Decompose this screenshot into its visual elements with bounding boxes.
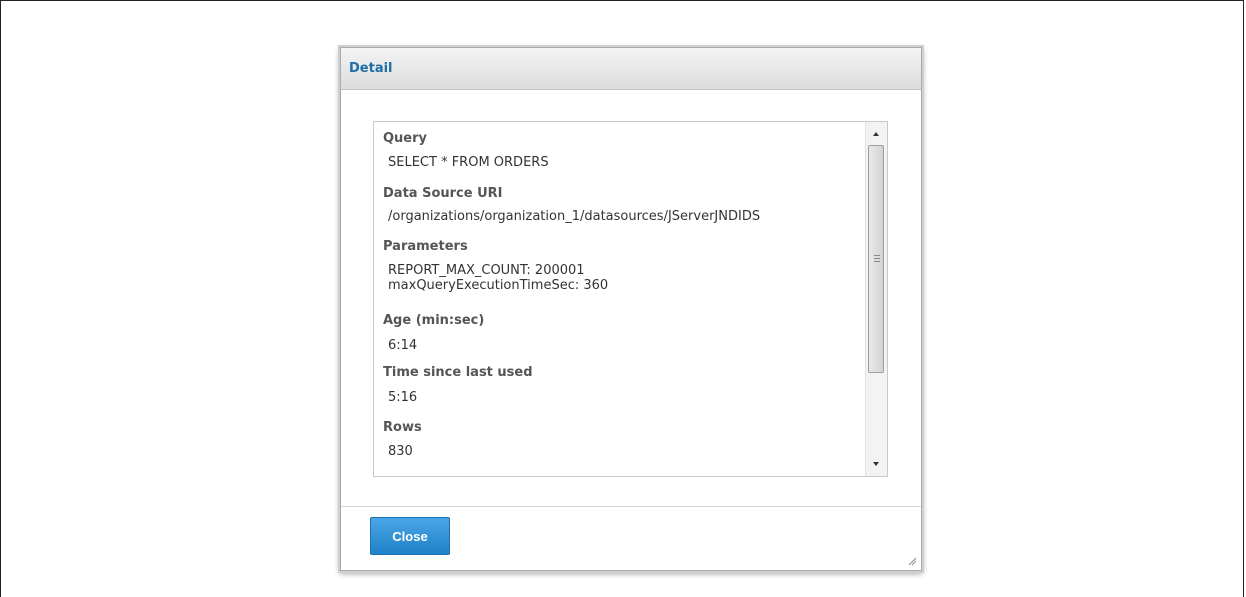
detail-content: Query SELECT * FROM ORDERS Data Source U… xyxy=(374,122,860,476)
rows-value: 830 xyxy=(388,444,413,459)
age-label: Age (min:sec) xyxy=(383,313,485,328)
rows-label: Rows xyxy=(383,420,422,435)
dialog-header[interactable]: Detail xyxy=(341,48,921,90)
detail-panel[interactable]: Query SELECT * FROM ORDERS Data Source U… xyxy=(373,121,888,477)
data-source-uri-label: Data Source URI xyxy=(383,186,503,201)
data-source-uri-value: /organizations/organization_1/datasource… xyxy=(388,209,761,224)
time-since-last-used-label: Time since last used xyxy=(383,365,533,380)
time-since-last-used-value: 5:16 xyxy=(388,390,418,405)
dialog-footer: Close xyxy=(341,506,921,570)
chevron-up-icon[interactable] xyxy=(873,132,879,136)
close-button[interactable]: Close xyxy=(370,517,450,555)
resize-grip-icon[interactable] xyxy=(907,556,917,566)
query-label: Query xyxy=(383,131,428,146)
vertical-scrollbar[interactable] xyxy=(865,122,887,476)
parameters-label: Parameters xyxy=(383,239,468,254)
dialog-title: Detail xyxy=(349,61,393,76)
parameters-value: REPORT_MAX_COUNT: 200001 maxQueryExecuti… xyxy=(388,263,609,293)
chevron-down-icon[interactable] xyxy=(873,462,879,466)
age-value: 6:14 xyxy=(388,338,418,353)
detail-dialog: Detail Query SELECT * FROM ORDERS Data S… xyxy=(340,47,922,571)
scrollbar-thumb[interactable] xyxy=(868,145,884,373)
grip-icon xyxy=(874,255,880,262)
query-value: SELECT * FROM ORDERS xyxy=(388,155,549,170)
